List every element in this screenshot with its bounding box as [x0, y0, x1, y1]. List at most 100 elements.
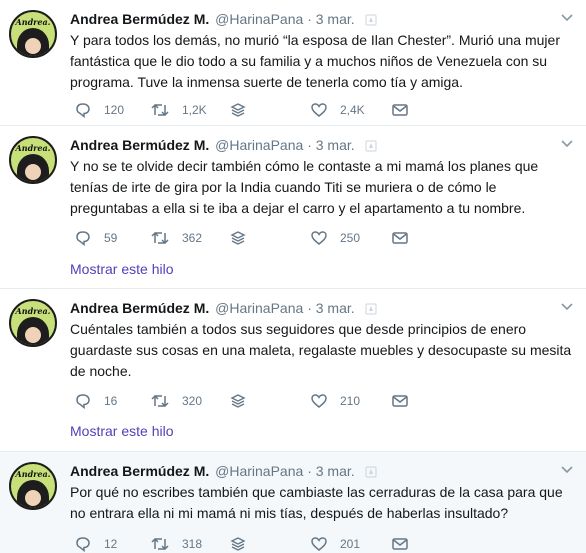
author-name[interactable]: Andrea Bermúdez M.: [70, 137, 209, 153]
stack-button[interactable]: [230, 100, 246, 120]
tweet-text: Cuéntales también a todos sus seguidores…: [70, 321, 572, 379]
show-thread-link[interactable]: Mostrar este hilo: [70, 423, 173, 439]
author-handle[interactable]: @HarinaPana: [215, 137, 303, 153]
stack-button[interactable]: [230, 534, 246, 553]
tweet[interactable]: Andrea. Andrea Bermúdez M. @HarinaPana ·…: [0, 126, 586, 289]
stack-icon: [230, 394, 246, 408]
author-handle[interactable]: @HarinaPana: [215, 11, 303, 27]
notification-bell-icon: [365, 140, 377, 152]
reply-icon: [76, 103, 90, 118]
tweet-header: Andrea Bermúdez M. @HarinaPana · 3 mar.: [70, 136, 574, 155]
stack-button[interactable]: [230, 391, 246, 411]
author-name[interactable]: Andrea Bermúdez M.: [70, 463, 209, 479]
reply-button[interactable]: 12: [74, 534, 117, 553]
avatar-label: Andrea.: [15, 17, 51, 27]
retweet-button[interactable]: 1,2K: [150, 100, 207, 120]
heart-icon: [311, 103, 327, 117]
envelope-icon: [392, 232, 408, 244]
author-handle[interactable]: @HarinaPana: [215, 300, 303, 316]
tweet-actions: 16 320 210: [70, 391, 420, 411]
avatar-face: [25, 38, 41, 54]
notification-bell-icon: [365, 466, 377, 478]
tweet-header: Andrea Bermúdez M. @HarinaPana · 3 mar.: [70, 299, 574, 318]
chevron-down-icon[interactable]: [560, 302, 574, 312]
tweet-date[interactable]: 3 mar.: [316, 11, 355, 27]
tweet[interactable]: Andrea. Andrea Bermúdez M. @HarinaPana ·…: [0, 452, 586, 553]
stack-icon: [230, 103, 246, 117]
stack-button[interactable]: [230, 228, 246, 248]
avatar-label: Andrea.: [15, 469, 51, 479]
tweet-text: Y no se te olvide decir también cómo le …: [70, 158, 539, 216]
tweet-date[interactable]: 3 mar.: [316, 463, 355, 479]
reply-icon: [76, 231, 90, 246]
avatar[interactable]: Andrea.: [9, 462, 57, 510]
like-count: 210: [340, 394, 361, 408]
separator: ·: [307, 137, 312, 153]
heart-icon: [311, 231, 327, 245]
tweet-feed: Andrea. Andrea Bermúdez M. @HarinaPana ·…: [0, 0, 586, 553]
like-button[interactable]: 250: [310, 228, 360, 248]
like-count: 201: [340, 537, 361, 551]
notification-bell-icon: [365, 14, 377, 26]
show-thread-link[interactable]: Mostrar este hilo: [70, 261, 173, 277]
author-handle[interactable]: @HarinaPana: [215, 463, 303, 479]
avatar[interactable]: Andrea.: [9, 136, 57, 184]
avatar-face: [25, 490, 41, 506]
retweet-icon: [151, 103, 169, 117]
tweet[interactable]: Andrea. Andrea Bermúdez M. @HarinaPana ·…: [0, 0, 586, 126]
reply-count: 120: [104, 103, 125, 117]
avatar-face: [25, 327, 41, 343]
reply-button[interactable]: 16: [74, 391, 117, 411]
stack-icon: [230, 537, 246, 551]
envelope-icon: [392, 104, 408, 116]
reply-button[interactable]: 120: [74, 100, 124, 120]
tweet-text: Y para todos los demás, no murió “la esp…: [70, 32, 560, 90]
avatar[interactable]: Andrea.: [9, 299, 57, 347]
tweet[interactable]: Andrea. Andrea Bermúdez M. @HarinaPana ·…: [0, 289, 586, 452]
envelope-icon: [392, 395, 408, 407]
envelope-icon: [392, 538, 408, 550]
retweet-count: 318: [182, 537, 203, 551]
chevron-down-icon[interactable]: [560, 465, 574, 475]
chevron-down-icon[interactable]: [560, 13, 574, 23]
tweet-actions: 59 362 250: [70, 228, 420, 248]
avatar[interactable]: Andrea.: [9, 10, 57, 58]
tweet-content: Andrea Bermúdez M. @HarinaPana · 3 mar. …: [70, 10, 574, 93]
message-button[interactable]: [391, 100, 409, 120]
message-button[interactable]: [391, 228, 409, 248]
reply-count: 16: [104, 394, 118, 408]
like-button[interactable]: 201: [310, 534, 360, 553]
chevron-down-icon[interactable]: [560, 139, 574, 149]
avatar-face: [25, 164, 41, 180]
retweet-button[interactable]: 362: [150, 228, 202, 248]
separator: ·: [307, 300, 312, 316]
message-button[interactable]: [391, 534, 409, 553]
author-name[interactable]: Andrea Bermúdez M.: [70, 300, 209, 316]
retweet-button[interactable]: 320: [150, 391, 202, 411]
retweet-icon: [151, 394, 169, 408]
reply-button[interactable]: 59: [74, 228, 117, 248]
like-count: 2,4K: [340, 103, 365, 117]
retweet-count: 1,2K: [182, 103, 207, 117]
like-button[interactable]: 210: [310, 391, 360, 411]
tweet-date[interactable]: 3 mar.: [316, 300, 355, 316]
stack-icon: [230, 231, 246, 245]
heart-icon: [311, 537, 327, 551]
like-button[interactable]: 2,4K: [310, 100, 365, 120]
reply-icon: [76, 537, 90, 552]
tweet-content: Andrea Bermúdez M. @HarinaPana · 3 mar. …: [70, 299, 574, 382]
message-button[interactable]: [391, 391, 409, 411]
like-count: 250: [340, 231, 361, 245]
tweet-text: Por qué no escribes también que cambiast…: [70, 484, 563, 521]
tweet-header: Andrea Bermúdez M. @HarinaPana · 3 mar.: [70, 10, 574, 29]
retweet-icon: [151, 231, 169, 245]
author-name[interactable]: Andrea Bermúdez M.: [70, 11, 209, 27]
tweet-date[interactable]: 3 mar.: [316, 137, 355, 153]
retweet-button[interactable]: 318: [150, 534, 202, 553]
retweet-count: 362: [182, 231, 203, 245]
tweet-actions: 120 1,2K 2,4K: [70, 100, 420, 120]
tweet-content: Andrea Bermúdez M. @HarinaPana · 3 mar. …: [70, 462, 574, 524]
heart-icon: [311, 394, 327, 408]
reply-count: 12: [104, 537, 118, 551]
tweet-actions: 12 318 201: [70, 534, 420, 553]
